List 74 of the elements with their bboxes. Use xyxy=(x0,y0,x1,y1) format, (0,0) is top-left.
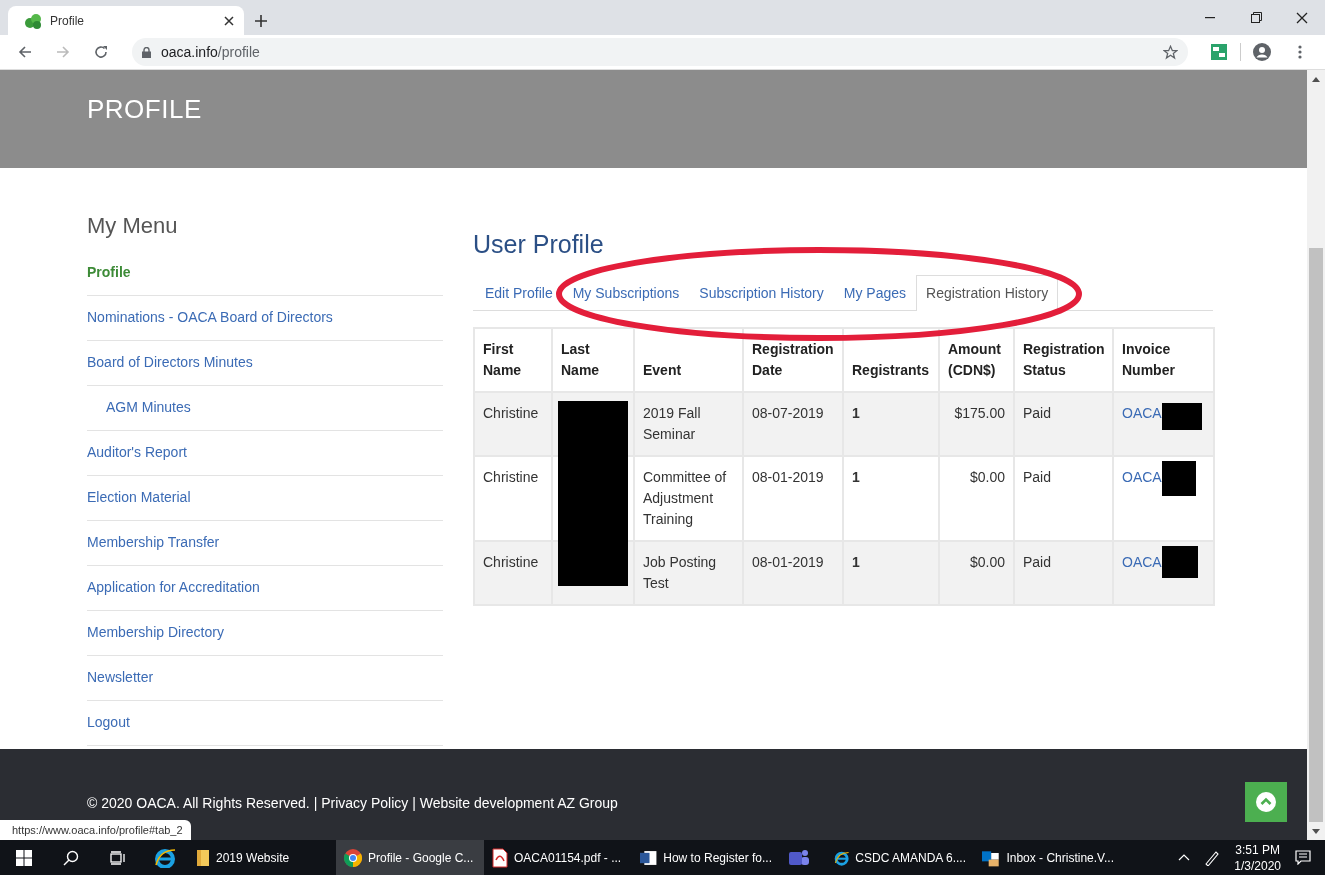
plus-icon[interactable] xyxy=(254,13,268,28)
page-title: PROFILE xyxy=(87,94,203,126)
menu-link[interactable]: Profile xyxy=(87,251,443,297)
menu-link[interactable]: AGM Minutes xyxy=(87,386,443,432)
taskbar-item[interactable]: Profile - Google C... xyxy=(336,840,484,875)
name-link[interactable]: Christine xyxy=(483,467,543,488)
document-app-icon xyxy=(640,848,658,867)
down-arrow-icon[interactable] xyxy=(1312,828,1320,834)
table-cell: $0.00 xyxy=(939,541,1014,605)
clock[interactable]: 3:51 PM 1/3/2020 xyxy=(1234,841,1281,874)
copyright-text: © 2020 OACA. All Rights Reserved. | Privacy Policy | Website development AZ Group xyxy=(87,794,618,813)
task-view-icon[interactable] xyxy=(109,850,126,865)
menu-link[interactable]: Membership Directory xyxy=(87,611,443,657)
back-arrow-icon[interactable] xyxy=(18,45,32,59)
table-cell: 1 xyxy=(843,541,939,605)
menu-title: My Menu xyxy=(87,213,179,240)
menu-link[interactable]: Application for Accreditation xyxy=(87,566,443,612)
browser-tab[interactable]: Profile xyxy=(8,6,244,35)
profile-avatar-icon[interactable] xyxy=(1253,43,1271,61)
restore-icon[interactable] xyxy=(1250,12,1262,23)
close-icon[interactable] xyxy=(224,15,234,26)
menu-link[interactable]: Nominations - OACA Board of Directors xyxy=(87,296,443,342)
profile-tab[interactable]: Registration History xyxy=(916,275,1059,311)
menu-link[interactable]: Membership Transfer xyxy=(87,521,443,567)
menu-link[interactable]: Newsletter xyxy=(87,656,443,702)
menu-link[interactable]: Election Material xyxy=(87,476,443,522)
column-header: First Name xyxy=(474,328,552,392)
profile-tab[interactable]: Subscription History xyxy=(689,275,834,311)
table-cell: 1 xyxy=(843,392,939,456)
search-icon[interactable] xyxy=(62,849,79,866)
profile-tab[interactable]: Edit Profile xyxy=(475,275,563,311)
chat-app-icon xyxy=(788,847,810,868)
scrollbar[interactable] xyxy=(1307,70,1325,840)
address-bar[interactable]: oaca.info/profile xyxy=(132,38,1188,66)
lock-icon xyxy=(142,46,151,58)
taskbar-item[interactable]: Inbox - Christine.V... xyxy=(974,840,1122,875)
up-arrow-icon[interactable] xyxy=(1312,76,1320,82)
profile-title: User Profile xyxy=(473,229,605,259)
invoice-link[interactable]: OACA xyxy=(1122,403,1162,424)
taskbar-item[interactable]: CSDC AMANDA 6.... xyxy=(826,840,974,875)
table-cell: 08-07-2019 xyxy=(743,392,843,456)
taskbar-item[interactable]: OACA01154.pdf - ... xyxy=(484,840,632,875)
close-icon[interactable] xyxy=(1296,11,1308,24)
chevron-up-icon xyxy=(1256,792,1276,812)
extension-icon[interactable] xyxy=(1211,44,1227,60)
back-to-top-button[interactable] xyxy=(1245,782,1287,822)
pen-icon[interactable] xyxy=(1204,849,1221,866)
pdf-file-icon xyxy=(492,847,508,868)
invoice-link[interactable]: OACA xyxy=(1122,552,1162,573)
table-cell: Paid xyxy=(1014,541,1113,605)
windows-start-icon[interactable] xyxy=(15,849,32,866)
invoice-link[interactable]: OACA xyxy=(1122,467,1162,488)
table-cell: 08-01-2019 xyxy=(743,541,843,605)
menu-link[interactable]: Logout xyxy=(87,701,443,747)
menu-link[interactable]: Auditor's Report xyxy=(87,431,443,477)
table-cell: Paid xyxy=(1014,392,1113,456)
table-cell: $175.00 xyxy=(939,392,1014,456)
status-url: https://www.oaca.info/profile#tab_2 xyxy=(0,819,191,840)
star-icon[interactable] xyxy=(1163,44,1178,60)
chevron-up-icon[interactable] xyxy=(1178,854,1191,861)
taskbar-item[interactable]: How to Register fo... xyxy=(632,840,780,875)
browser-logo-icon xyxy=(344,848,362,867)
globe-e-icon[interactable] xyxy=(153,847,176,868)
taskbar-item[interactable]: 2019 Website xyxy=(188,840,336,875)
reload-icon[interactable] xyxy=(94,45,108,59)
profile-tab[interactable]: My Subscriptions xyxy=(562,275,690,311)
menu-link[interactable]: Board of Directors Minutes xyxy=(87,341,443,387)
leaf-logo-icon xyxy=(24,12,42,29)
minimize-icon[interactable] xyxy=(1205,16,1215,19)
profile-tab[interactable]: My Pages xyxy=(833,275,917,311)
tab-title: Profile xyxy=(50,12,85,30)
folder-icon xyxy=(196,848,210,867)
more-menu-icon[interactable] xyxy=(1298,45,1302,59)
notification-icon[interactable] xyxy=(1295,850,1311,865)
